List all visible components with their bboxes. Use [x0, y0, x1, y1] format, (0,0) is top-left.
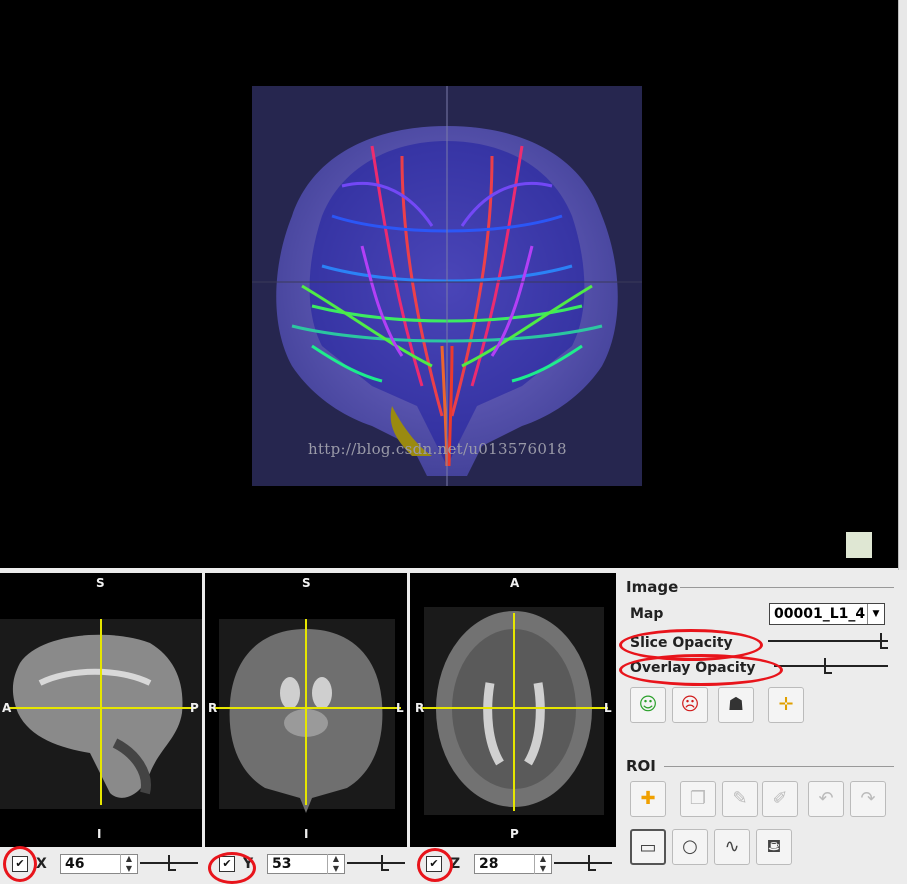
scrollbar[interactable]: [898, 0, 907, 570]
sagittal-view[interactable]: S I A P: [0, 573, 202, 847]
circle-tool-icon: ○: [682, 836, 698, 857]
duplicate-roi-button[interactable]: ❐: [680, 781, 716, 817]
axial-top-label: A: [510, 576, 520, 590]
duplicate-roi-icon: ❐: [689, 788, 707, 809]
map-label: Map: [630, 606, 664, 622]
brush-button[interactable]: ✎: [722, 781, 758, 817]
sagittal-bottom-label: I: [97, 827, 102, 841]
annotation-circle-overlay-opacity: [619, 654, 783, 686]
fill-tool-button[interactable]: ⛾: [756, 829, 792, 865]
x-slice-slider-knob[interactable]: [168, 855, 176, 871]
coronal-view[interactable]: S I R L: [205, 573, 407, 847]
orientation-cube-icon[interactable]: [846, 532, 872, 558]
fiber-tracts-image: [240, 86, 654, 486]
coronal-left-label: R: [208, 701, 218, 715]
slice-opacity-slider[interactable]: [768, 640, 888, 642]
circle-tool-button[interactable]: ○: [672, 829, 708, 865]
image-group-divider: [680, 587, 894, 588]
fill-tool-icon: ⛾: [766, 836, 782, 857]
sagittal-left-label: A: [2, 701, 12, 715]
x-slice-spinner[interactable]: ▲ ▼: [120, 854, 137, 874]
head-shadow-button[interactable]: ☗: [718, 687, 754, 723]
roi-group-divider: [664, 766, 894, 767]
add-head-icon: ☺: [638, 694, 658, 715]
undo-button[interactable]: ↶: [808, 781, 844, 817]
roi-group-title: ROI: [626, 757, 656, 775]
eraser-icon: ✐: [772, 788, 788, 809]
remove-head-button[interactable]: ☹: [672, 687, 708, 723]
remove-head-icon: ☹: [680, 694, 700, 715]
rectangle-tool-icon: ▭: [639, 837, 657, 858]
sagittal-right-label: P: [190, 701, 199, 715]
x-axis-label: X: [36, 856, 47, 872]
watermark-text: http://blog.csdn.net/u013576018: [308, 440, 567, 458]
new-roi-icon: ✚: [640, 788, 656, 809]
annotation-circle-x-checkbox: [3, 846, 37, 882]
tractography-render: [240, 86, 654, 486]
axial-left-label: R: [415, 701, 425, 715]
undo-icon: ↶: [818, 788, 834, 809]
overlay-opacity-knob[interactable]: [824, 658, 832, 674]
axial-view[interactable]: A P R L: [410, 573, 616, 847]
z-slice-slider-knob[interactable]: [588, 855, 596, 871]
rectangle-tool-button[interactable]: ▭: [630, 829, 666, 865]
sagittal-top-label: S: [96, 576, 105, 590]
chevron-down-icon[interactable]: ▼: [867, 604, 884, 624]
freehand-tool-icon: ∿: [724, 836, 740, 857]
map-select[interactable]: 00001_L1_4 ▼: [769, 603, 885, 625]
redo-button[interactable]: ↷: [850, 781, 886, 817]
sagittal-slice-image: [0, 619, 202, 809]
head-shadow-icon: ☗: [727, 694, 745, 715]
crosshair-box-icon: ✛: [778, 694, 794, 715]
main-3d-view[interactable]: http://blog.csdn.net/u013576018: [0, 0, 898, 568]
slice-opacity-knob[interactable]: [880, 633, 888, 649]
control-panel: Image Map 00001_L1_4 ▼ Slice Opacity Ove…: [618, 573, 907, 880]
coronal-right-label: L: [396, 701, 404, 715]
coronal-slice-image: [213, 619, 401, 813]
y-slice-spinner[interactable]: ▲ ▼: [327, 854, 344, 874]
image-group-title: Image: [626, 578, 679, 596]
annotation-circle-y-checkbox: [208, 852, 256, 884]
coronal-top-label: S: [302, 576, 311, 590]
eraser-button[interactable]: ✐: [762, 781, 798, 817]
axial-bottom-label: P: [510, 827, 519, 841]
coronal-bottom-label: I: [304, 827, 309, 841]
map-select-value: 00001_L1_4: [774, 606, 866, 622]
slice-controls-bar: ✔ X 46 ▲ ▼ ✔ Y 53 ▲ ▼ ✔ Z 28 ▲ ▼: [0, 848, 618, 880]
z-slice-spinner[interactable]: ▲ ▼: [534, 854, 551, 874]
crosshair-box-button[interactable]: ✛: [768, 687, 804, 723]
freehand-tool-button[interactable]: ∿: [714, 829, 750, 865]
z-slice-slider[interactable]: [554, 862, 612, 864]
brush-icon: ✎: [732, 788, 748, 809]
axial-right-label: L: [604, 701, 612, 715]
y-slice-slider[interactable]: [347, 862, 405, 864]
add-head-button[interactable]: ☺: [630, 687, 666, 723]
redo-icon: ↷: [860, 788, 876, 809]
new-roi-button[interactable]: ✚: [630, 781, 666, 817]
annotation-circle-z-checkbox: [417, 848, 453, 882]
y-slice-slider-knob[interactable]: [381, 855, 389, 871]
axial-slice-image: [420, 607, 608, 815]
